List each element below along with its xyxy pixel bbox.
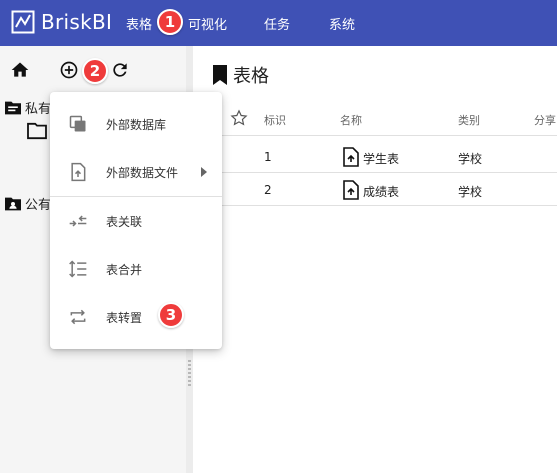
- page-title-text: 表格: [233, 66, 269, 87]
- nav-tasks[interactable]: 任务: [264, 14, 290, 33]
- add-circle-icon[interactable]: [59, 60, 79, 80]
- row-id: 1: [264, 150, 272, 164]
- menu-item-label: 表转置: [106, 311, 143, 325]
- bookmark-icon: [213, 65, 227, 85]
- submenu-arrow-icon: [201, 167, 207, 177]
- main-panel: 表格 标识 名称 类别 分享 1 学生表 学校 2 成绩表 学校: [193, 46, 557, 473]
- menu-item-label: 表关联: [106, 215, 143, 229]
- table-row[interactable]: 1 学生表 学校: [193, 141, 557, 173]
- refresh-icon[interactable]: [110, 60, 130, 80]
- menu-item-table-merge[interactable]: 表合并: [50, 245, 222, 293]
- transpose-arrows-icon: [70, 309, 86, 325]
- menu-item-table-transpose[interactable]: 表转置: [50, 293, 222, 341]
- brand-name: BriskBI: [41, 10, 113, 34]
- col-category[interactable]: 类别: [458, 112, 480, 128]
- home-icon[interactable]: [10, 60, 30, 80]
- col-share[interactable]: 分享: [534, 112, 556, 128]
- file-upload-icon: [343, 147, 359, 167]
- table-row[interactable]: 2 成绩表 学校: [193, 174, 557, 206]
- top-bar: BriskBI 表格 可视化 任务 系统: [0, 0, 557, 46]
- menu-item-external-database[interactable]: 外部数据库: [50, 100, 222, 148]
- tree-subfolder[interactable]: [26, 122, 50, 140]
- row-name[interactable]: 成绩表: [363, 183, 399, 200]
- page-title: 表格: [211, 62, 269, 88]
- menu-item-external-file[interactable]: 外部数据文件: [50, 148, 222, 196]
- row-id: 2: [264, 183, 272, 197]
- nav-tables[interactable]: 表格: [126, 14, 152, 33]
- merge-lines-icon: [69, 260, 87, 278]
- star-outline-icon[interactable]: [230, 109, 248, 127]
- tree-public-label: 公有: [25, 198, 52, 213]
- public-folder-icon: [5, 197, 21, 210]
- tree-public[interactable]: 公有: [3, 194, 51, 213]
- chart-logo-icon: [11, 10, 35, 34]
- row-category: 学校: [458, 152, 483, 166]
- nav-visualization[interactable]: 可视化: [188, 14, 227, 33]
- splitter-handle[interactable]: [188, 360, 191, 386]
- file-upload-icon: [71, 162, 86, 182]
- tree-private-label: 私有: [25, 102, 52, 117]
- step-badge-2: 2: [82, 58, 108, 84]
- step-badge-3: 3: [158, 302, 184, 328]
- table-header: 标识 名称 类别 分享: [193, 100, 557, 136]
- row-category: 学校: [458, 185, 483, 199]
- step-badge-1: 1: [157, 9, 183, 35]
- add-menu: 外部数据库 外部数据文件 表关联 表合并 表转置: [50, 92, 222, 349]
- menu-item-label: 外部数据库: [106, 118, 167, 132]
- col-name[interactable]: 名称: [340, 112, 362, 128]
- copy-icon: [69, 115, 86, 132]
- join-arrows-icon: [69, 215, 87, 227]
- row-name[interactable]: 学生表: [363, 150, 399, 167]
- menu-item-label: 外部数据文件: [106, 166, 179, 180]
- logo[interactable]: BriskBI: [11, 10, 112, 34]
- private-folder-icon: [5, 101, 21, 114]
- nav-system[interactable]: 系统: [329, 14, 355, 33]
- file-upload-icon: [343, 180, 359, 200]
- col-id[interactable]: 标识: [264, 112, 286, 128]
- menu-item-table-join[interactable]: 表关联: [50, 197, 222, 245]
- menu-item-label: 表合并: [106, 263, 143, 277]
- tree-private[interactable]: 私有: [3, 98, 51, 117]
- folder-icon: [27, 122, 47, 140]
